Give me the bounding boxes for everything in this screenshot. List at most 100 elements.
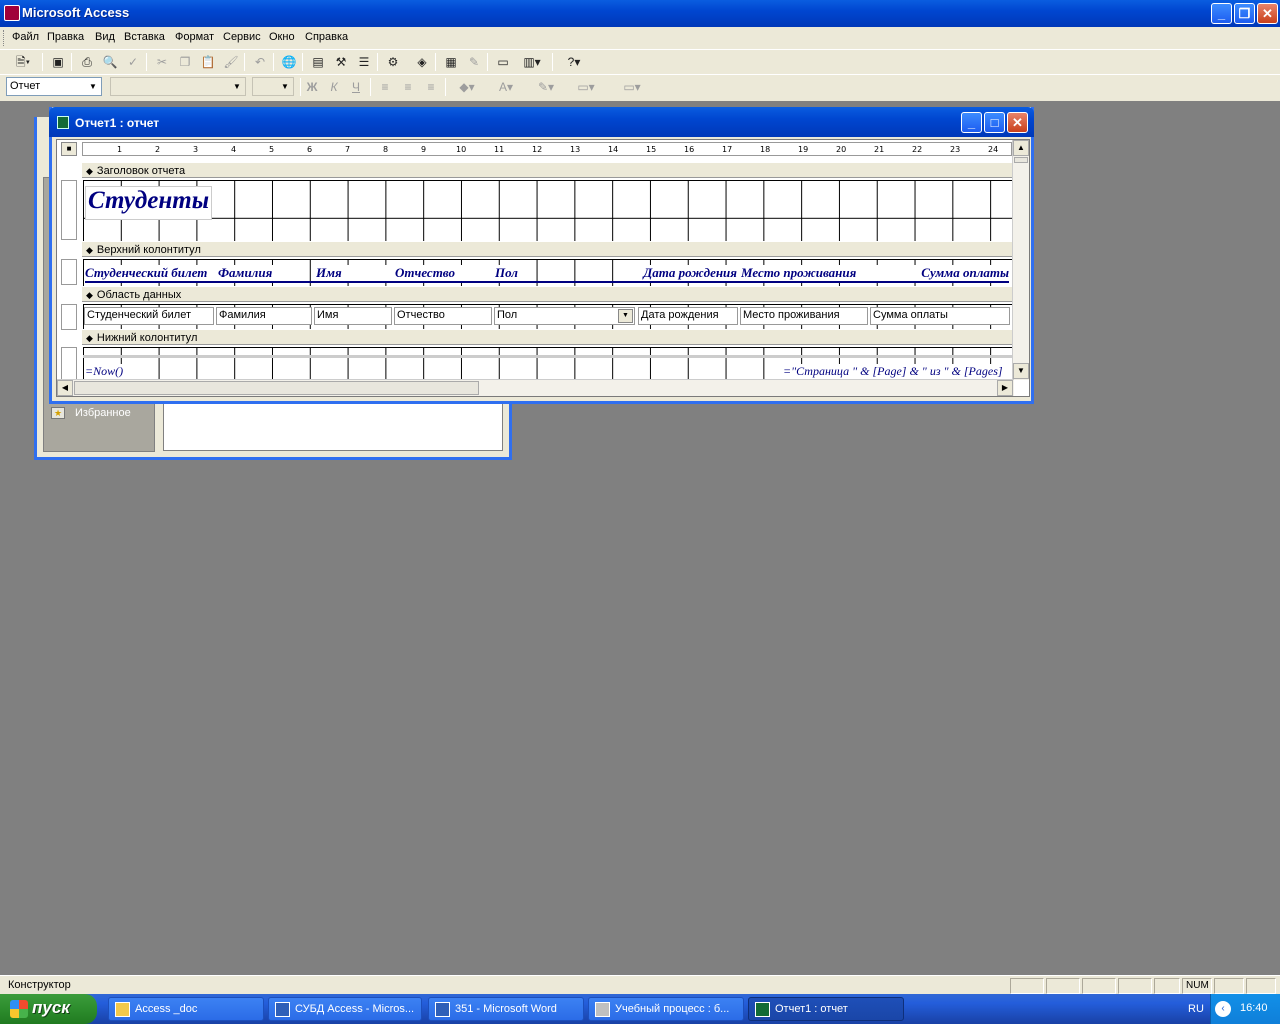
task-access-doc[interactable]: Access _doc bbox=[108, 997, 264, 1021]
font-combo[interactable]: ▼ bbox=[110, 77, 246, 96]
tray-expand-icon[interactable]: ‹ bbox=[1215, 1001, 1231, 1017]
format-painter-icon[interactable]: 🖌 bbox=[221, 53, 241, 71]
help-icon[interactable]: ?▾ bbox=[558, 53, 590, 71]
vertical-scrollbar[interactable]: ▲ ▼ bbox=[1012, 140, 1029, 380]
chevron-down-icon[interactable]: ▼ bbox=[278, 79, 292, 94]
spelling-icon[interactable]: ✓ bbox=[123, 53, 143, 71]
report-maximize-button[interactable]: □ bbox=[984, 112, 1005, 133]
print-icon[interactable]: ⎙ bbox=[77, 53, 97, 71]
properties-icon[interactable]: ▦ bbox=[441, 53, 461, 71]
view-icon[interactable]: 🗎▾ bbox=[8, 53, 38, 71]
report-close-button[interactable]: ✕ bbox=[1007, 112, 1028, 133]
scroll-up-icon[interactable]: ▲ bbox=[1013, 140, 1029, 156]
close-button[interactable]: ✕ bbox=[1257, 3, 1278, 24]
footer-page-field[interactable]: ="Страница " & [Page] & " из " & [Pages] bbox=[783, 364, 1003, 379]
toolbox-icon[interactable]: ⚒ bbox=[331, 53, 351, 71]
menu-window[interactable]: Окно bbox=[269, 31, 295, 43]
underline-icon[interactable]: Ч bbox=[346, 78, 366, 96]
copy-icon[interactable]: ❐ bbox=[175, 53, 195, 71]
menu-edit[interactable]: Правка bbox=[47, 31, 84, 43]
italic-icon[interactable]: К bbox=[324, 78, 344, 96]
vertical-ruler[interactable] bbox=[61, 259, 77, 285]
field-list-icon[interactable]: ▤ bbox=[308, 53, 328, 71]
builder-icon[interactable]: ✎ bbox=[464, 53, 484, 71]
menu-file[interactable]: Файл bbox=[12, 31, 39, 43]
access-app-icon[interactable] bbox=[4, 5, 20, 21]
align-right-icon[interactable]: ≡ bbox=[421, 78, 441, 96]
restore-button[interactable]: ❐ bbox=[1234, 3, 1255, 24]
menu-tools[interactable]: Сервис bbox=[223, 31, 261, 43]
header-label-student-id[interactable]: Студенческий билет bbox=[85, 265, 213, 281]
menu-insert[interactable]: Вставка bbox=[124, 31, 165, 43]
undo-icon[interactable]: ↶ bbox=[250, 53, 270, 71]
bold-icon[interactable]: Ж bbox=[302, 78, 322, 96]
report-header-section[interactable]: Студенты bbox=[83, 180, 1012, 242]
language-indicator[interactable]: RU bbox=[1188, 1003, 1204, 1015]
field-student-id[interactable]: Студенческий билет bbox=[84, 307, 214, 325]
favorites-group[interactable]: ★ Избранное bbox=[51, 407, 131, 420]
page-footer-section[interactable]: =Now() ="Страница " & [Page] & " из " & … bbox=[83, 347, 1012, 383]
paste-icon[interactable]: 📋 bbox=[198, 53, 218, 71]
line-color-icon[interactable]: ✎▾ bbox=[530, 78, 562, 96]
field-birth-date[interactable]: Дата рождения bbox=[638, 307, 738, 325]
task-database[interactable]: Учебный процесс : б... bbox=[588, 997, 744, 1021]
vertical-ruler[interactable] bbox=[61, 180, 77, 240]
autoformat-icon[interactable]: ⚙ bbox=[383, 53, 403, 71]
start-button[interactable]: пуск bbox=[0, 994, 97, 1024]
report-title-label[interactable]: Студенты bbox=[85, 186, 213, 220]
header-label-patronymic[interactable]: Отчество bbox=[395, 265, 487, 281]
scroll-down-icon[interactable]: ▼ bbox=[1013, 363, 1029, 379]
sorting-grouping-icon[interactable]: ☰ bbox=[354, 53, 374, 71]
fill-color-icon[interactable]: ◆▾ bbox=[451, 78, 483, 96]
save-icon[interactable]: ▣ bbox=[48, 53, 68, 71]
scroll-left-icon[interactable]: ◀ bbox=[57, 380, 73, 396]
report-design-window[interactable]: Отчет1 : отчет _ □ ✕ ■ 1 2 3 4 5 6 7 8 9… bbox=[49, 107, 1034, 404]
special-effect-icon[interactable]: ▭▾ bbox=[612, 78, 652, 96]
code-icon[interactable]: ◈ bbox=[412, 53, 432, 71]
report-icon[interactable] bbox=[57, 116, 69, 129]
header-label-birth-date[interactable]: Дата рождения bbox=[639, 265, 737, 281]
task-report[interactable]: Отчет1 : отчет bbox=[748, 997, 904, 1021]
vertical-ruler[interactable] bbox=[61, 304, 77, 330]
report-window-title-bar[interactable]: Отчет1 : отчет _ □ ✕ bbox=[49, 107, 1034, 137]
field-payment[interactable]: Сумма оплаты bbox=[870, 307, 1010, 325]
new-object-icon[interactable]: ▥▾ bbox=[516, 53, 548, 71]
minimize-button[interactable]: _ bbox=[1211, 3, 1232, 24]
database-window-icon[interactable]: ▭ bbox=[493, 53, 513, 71]
field-patronymic[interactable]: Отчество bbox=[394, 307, 492, 325]
chevron-down-icon[interactable]: ▼ bbox=[230, 79, 244, 94]
horizontal-scroll-thumb[interactable] bbox=[74, 381, 479, 395]
app-title-bar[interactable]: Microsoft Access _ ❐ ✕ bbox=[0, 0, 1280, 27]
header-label-surname[interactable]: Фамилия bbox=[218, 265, 308, 281]
field-address[interactable]: Место проживания bbox=[740, 307, 868, 325]
report-selector[interactable]: ■ bbox=[61, 142, 77, 156]
page-header-bar[interactable]: ◆ Верхний колонтитул bbox=[82, 241, 1012, 257]
line-width-icon[interactable]: ▭▾ bbox=[570, 78, 602, 96]
horizontal-ruler[interactable]: 1 2 3 4 5 6 7 8 9 10 11 12 13 14 15 16 1… bbox=[82, 142, 1012, 156]
menu-format[interactable]: Формат bbox=[175, 31, 214, 43]
header-label-name[interactable]: Имя bbox=[316, 265, 388, 281]
task-word-351[interactable]: 351 - Microsoft Word bbox=[428, 997, 584, 1021]
object-combo[interactable]: Отчет ▼ bbox=[6, 77, 102, 96]
horizontal-scrollbar[interactable]: ◀ ▶ bbox=[57, 379, 1014, 396]
font-color-icon[interactable]: A▾ bbox=[490, 78, 522, 96]
align-center-icon[interactable]: ≡ bbox=[398, 78, 418, 96]
report-header-bar[interactable]: ◆ Заголовок отчета bbox=[82, 162, 1012, 178]
header-label-address[interactable]: Место проживания bbox=[741, 265, 867, 281]
cut-icon[interactable]: ✂ bbox=[152, 53, 172, 71]
print-preview-icon[interactable]: 🔍 bbox=[100, 53, 120, 71]
task-word-access[interactable]: СУБД Access - Micros... bbox=[268, 997, 422, 1021]
page-header-section[interactable]: Студенческий билет Фамилия Имя Отчество … bbox=[83, 259, 1012, 287]
hyperlink-icon[interactable]: 🌐 bbox=[279, 53, 299, 71]
field-gender-combo[interactable]: Пол ▼ bbox=[494, 307, 635, 325]
design-surface[interactable]: ■ 1 2 3 4 5 6 7 8 9 10 11 12 13 14 15 16… bbox=[56, 139, 1030, 397]
chevron-down-icon[interactable]: ▼ bbox=[86, 79, 100, 94]
page-footer-bar[interactable]: ◆ Нижний колонтитул bbox=[82, 329, 1012, 345]
report-minimize-button[interactable]: _ bbox=[961, 112, 982, 133]
font-size-combo[interactable]: ▼ bbox=[252, 77, 294, 96]
detail-section[interactable]: Студенческий билет Фамилия Имя Отчество … bbox=[83, 304, 1012, 330]
field-name[interactable]: Имя bbox=[314, 307, 392, 325]
footer-now-field[interactable]: =Now() bbox=[85, 364, 124, 379]
vertical-ruler[interactable] bbox=[61, 347, 77, 383]
detail-bar[interactable]: ◆ Область данных bbox=[82, 286, 1012, 302]
